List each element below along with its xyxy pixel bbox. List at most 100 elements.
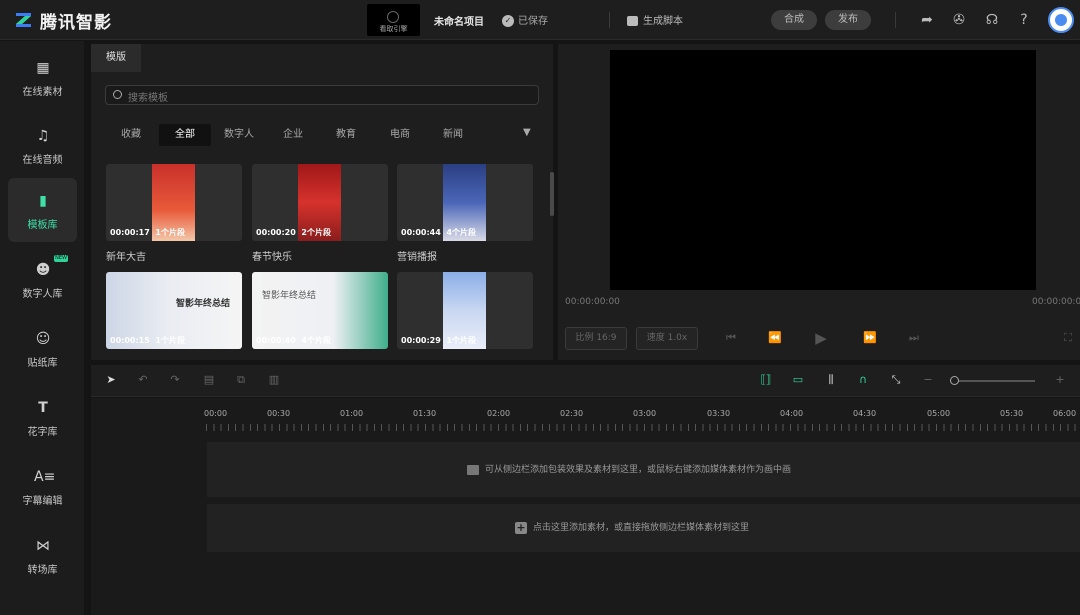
search-icon bbox=[113, 90, 122, 99]
template-meta: 00:00:44 4个片段 bbox=[401, 228, 476, 237]
zoom-out-icon[interactable]: − bbox=[921, 373, 935, 387]
template-name: 新年大吉 bbox=[106, 252, 146, 263]
chevron-down-icon[interactable]: ▼ bbox=[523, 127, 535, 139]
time-tick: 05:30 bbox=[1000, 409, 1024, 418]
category-education[interactable]: 教育 bbox=[330, 124, 362, 146]
project-title[interactable]: 未命名项目 bbox=[434, 13, 484, 28]
template-name: 营销播报 bbox=[397, 252, 437, 263]
time-tick: 06:00 bbox=[1053, 409, 1077, 418]
search-box[interactable]: 搜索模板 bbox=[105, 85, 539, 105]
template-meta: 00:00:15 1个片段 bbox=[110, 336, 185, 345]
compose-button[interactable]: 合成 bbox=[771, 10, 817, 30]
template-card[interactable]: 00:00:44 4个片段 bbox=[397, 164, 533, 241]
trim-icon[interactable]: ⟦⟧ bbox=[759, 373, 773, 387]
help-icon[interactable]: ? bbox=[1016, 12, 1032, 28]
skip-end-icon[interactable]: ⏭ bbox=[907, 331, 921, 345]
sidebar-item-label: 花字库 bbox=[27, 427, 58, 438]
zoom-slider-knob[interactable] bbox=[950, 376, 959, 385]
split-icon[interactable]: ▤ bbox=[202, 373, 216, 387]
template-meta: 00:00:20 2个片段 bbox=[256, 228, 331, 237]
undo-icon[interactable]: ↶ bbox=[136, 373, 150, 387]
media-track[interactable]: + 点击这里添加素材，或直接拖放侧边栏媒体素材到这里 bbox=[207, 504, 1080, 552]
fit-icon[interactable]: ▭ bbox=[791, 373, 805, 387]
rewind-icon[interactable]: ⏪ bbox=[768, 331, 782, 345]
sidebar-item-template-library[interactable]: ▮ 模板库 bbox=[8, 178, 77, 242]
magnet-icon[interactable]: ∩ bbox=[856, 373, 870, 387]
timeline: 00:00 00:30 01:00 01:30 02:00 02:30 03:0… bbox=[91, 398, 1080, 615]
sidebar-item-transition[interactable]: ⋈ 转场库 bbox=[8, 523, 77, 587]
ratio-button[interactable]: 比例 16:9 bbox=[565, 327, 627, 350]
publish-button[interactable]: 发布 bbox=[825, 10, 871, 30]
sidebar-item-digital-human[interactable]: NEW ☻ 数字人库 bbox=[8, 247, 77, 311]
share-icon[interactable]: ➦ bbox=[919, 12, 935, 28]
cut-icon[interactable]: ⫼ bbox=[824, 373, 838, 387]
sidebar-item-label: 字幕编辑 bbox=[22, 496, 63, 507]
speed-button[interactable]: 速度 1.0x bbox=[636, 327, 698, 350]
fast-forward-icon[interactable]: ⏩ bbox=[863, 331, 877, 345]
sticker-icon: ☺ bbox=[35, 331, 51, 347]
zoom-slider[interactable] bbox=[957, 380, 1035, 382]
template-card[interactable]: 00:00:17 1个片段 bbox=[106, 164, 242, 241]
sidebar-item-fancy-text[interactable]: T 花字库 bbox=[8, 385, 77, 449]
save-status: ✓ 已保存 bbox=[502, 12, 548, 27]
template-card[interactable]: 00:00:20 2个片段 bbox=[252, 164, 388, 241]
template-meta: 00:00:40 4个片段 bbox=[256, 336, 331, 345]
category-all[interactable]: 全部 bbox=[159, 124, 211, 146]
digital-human-icon: ☻ bbox=[35, 262, 51, 278]
add-icon: + bbox=[515, 520, 527, 534]
zoom-in-icon[interactable]: + bbox=[1053, 373, 1067, 387]
time-tick: 02:30 bbox=[560, 409, 584, 418]
sidebar-item-online-material[interactable]: ▦ 在线素材 bbox=[8, 45, 77, 109]
redo-icon[interactable]: ↷ bbox=[168, 373, 182, 387]
chat-icon bbox=[627, 16, 638, 26]
copy-icon[interactable]: ⧉ bbox=[234, 373, 248, 387]
headset-icon[interactable]: ☊ bbox=[984, 12, 1000, 28]
time-tick: 03:30 bbox=[707, 409, 731, 418]
category-news[interactable]: 新闻 bbox=[437, 124, 469, 146]
avatar-inner bbox=[1055, 14, 1067, 26]
time-tick: 02:00 bbox=[487, 409, 511, 418]
project-thumbnail[interactable]: 看取引擎 bbox=[367, 4, 420, 36]
search-input[interactable]: 搜索模板 bbox=[128, 89, 168, 104]
time-tick: 04:30 bbox=[853, 409, 877, 418]
time-current: 00:00:00:00 bbox=[565, 297, 620, 307]
time-ruler[interactable] bbox=[206, 424, 1080, 431]
collapse-icon[interactable]: ⤡ bbox=[889, 373, 903, 387]
sidebar-item-online-audio[interactable]: ♫ 在线音频 bbox=[8, 113, 77, 177]
category-digital-human[interactable]: 数字人 bbox=[219, 124, 259, 146]
category-ecommerce[interactable]: 电商 bbox=[384, 124, 416, 146]
sidebar-item-sticker[interactable]: ☺ 贴纸库 bbox=[8, 316, 77, 380]
template-card[interactable]: 00:00:29 1个片段 bbox=[397, 272, 533, 349]
template-icon: ▮ bbox=[39, 193, 47, 209]
template-card[interactable]: 智影年终总结 00:00:40 4个片段 bbox=[252, 272, 388, 349]
fullscreen-icon[interactable]: ⛶ bbox=[1061, 331, 1075, 345]
avatar[interactable] bbox=[1048, 7, 1074, 33]
transition-icon: ⋈ bbox=[36, 538, 50, 554]
time-tick: 00:00 bbox=[204, 409, 228, 418]
sidebar: ▦ 在线素材 ♫ 在线音频 ▮ 模板库 NEW ☻ 数字人库 ☺ 贴纸库 T 花… bbox=[0, 41, 84, 615]
category-enterprise[interactable]: 企业 bbox=[277, 124, 309, 146]
preview-screen bbox=[610, 50, 1036, 290]
tab-templates[interactable]: 模版 bbox=[91, 44, 141, 72]
app-name: 腾讯智影 bbox=[40, 13, 112, 33]
skip-start-icon[interactable]: ⏮ bbox=[724, 331, 738, 345]
sidebar-item-label: 贴纸库 bbox=[27, 358, 58, 369]
text-t-icon: T bbox=[38, 400, 48, 416]
new-badge: NEW bbox=[54, 255, 68, 262]
top-bar: 腾讯智影 看取引擎 未命名项目 ✓ 已保存 生成脚本 合成 发布 ➦ ✇ ☊ ? bbox=[0, 0, 1080, 40]
sidebar-item-subtitle[interactable]: A≡ 字幕编辑 bbox=[8, 454, 77, 518]
film-reel-icon[interactable]: ✇ bbox=[951, 12, 967, 28]
generate-script-button[interactable]: 生成脚本 bbox=[627, 12, 683, 27]
template-card[interactable]: 智影年终总结 00:00:15 1个片段 bbox=[106, 272, 242, 349]
template-meta: 00:00:29 1个片段 bbox=[401, 336, 476, 345]
effects-track-hint: 可从侧边栏添加包装效果及素材到这里，或鼠标右键添加媒体素材作为画中画 bbox=[467, 462, 791, 475]
sidebar-item-label: 模板库 bbox=[27, 220, 58, 231]
panel-scrollbar[interactable] bbox=[550, 172, 554, 216]
time-tick: 01:00 bbox=[340, 409, 364, 418]
effects-track[interactable]: 可从侧边栏添加包装效果及素材到这里，或鼠标右键添加媒体素材作为画中画 bbox=[207, 442, 1080, 497]
pointer-icon[interactable]: ➤ bbox=[104, 373, 118, 387]
category-favorites[interactable]: 收藏 bbox=[113, 124, 149, 146]
play-icon[interactable]: ▶ bbox=[814, 331, 828, 346]
save-status-text: 已保存 bbox=[518, 16, 548, 27]
delete-icon[interactable]: ▥ bbox=[267, 373, 281, 387]
